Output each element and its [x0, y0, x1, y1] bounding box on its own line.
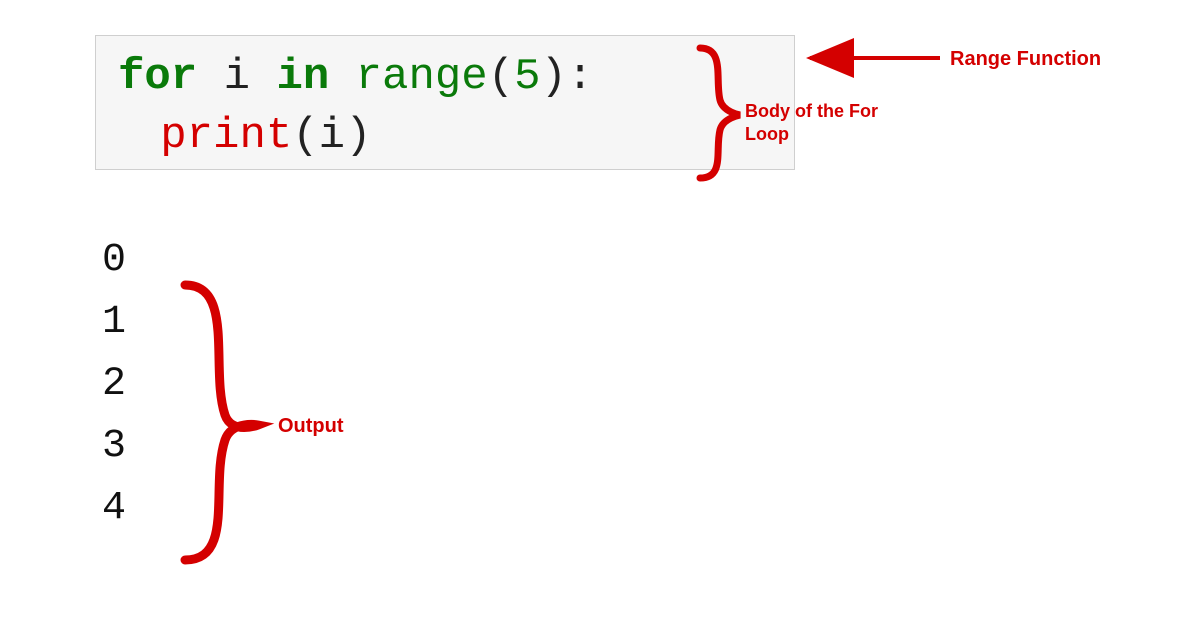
annotation-output-label: Output: [278, 415, 344, 438]
annotation-range-label: Range Function: [950, 48, 1101, 71]
variable-i: i: [224, 52, 250, 102]
output-line: 1: [102, 292, 126, 354]
paren-close-colon: ):: [541, 52, 594, 102]
output-line: 2: [102, 354, 126, 416]
print-paren-open: (: [292, 111, 318, 161]
brace-output-icon: [185, 285, 258, 560]
func-print: print: [160, 111, 292, 161]
output-line: 4: [102, 478, 126, 540]
code-line-1: for i in range(5):: [118, 48, 776, 107]
output-block: 0 1 2 3 4: [102, 230, 126, 540]
code-cell: for i in range(5): print(i): [95, 35, 795, 170]
keyword-for: for: [118, 52, 197, 102]
code-line-2: print(i): [118, 107, 776, 166]
print-arg: i: [319, 111, 345, 161]
func-range: range: [356, 52, 488, 102]
annotation-body-label: Body of the For Loop: [745, 100, 915, 145]
output-line: 3: [102, 416, 126, 478]
range-arg: 5: [514, 52, 540, 102]
output-line: 0: [102, 230, 126, 292]
keyword-in: in: [276, 52, 329, 102]
for-loop-diagram: for i in range(5): print(i) 0 1 2 3 4 Ra…: [0, 0, 1200, 630]
paren-open: (: [488, 52, 514, 102]
print-paren-close: ): [345, 111, 371, 161]
